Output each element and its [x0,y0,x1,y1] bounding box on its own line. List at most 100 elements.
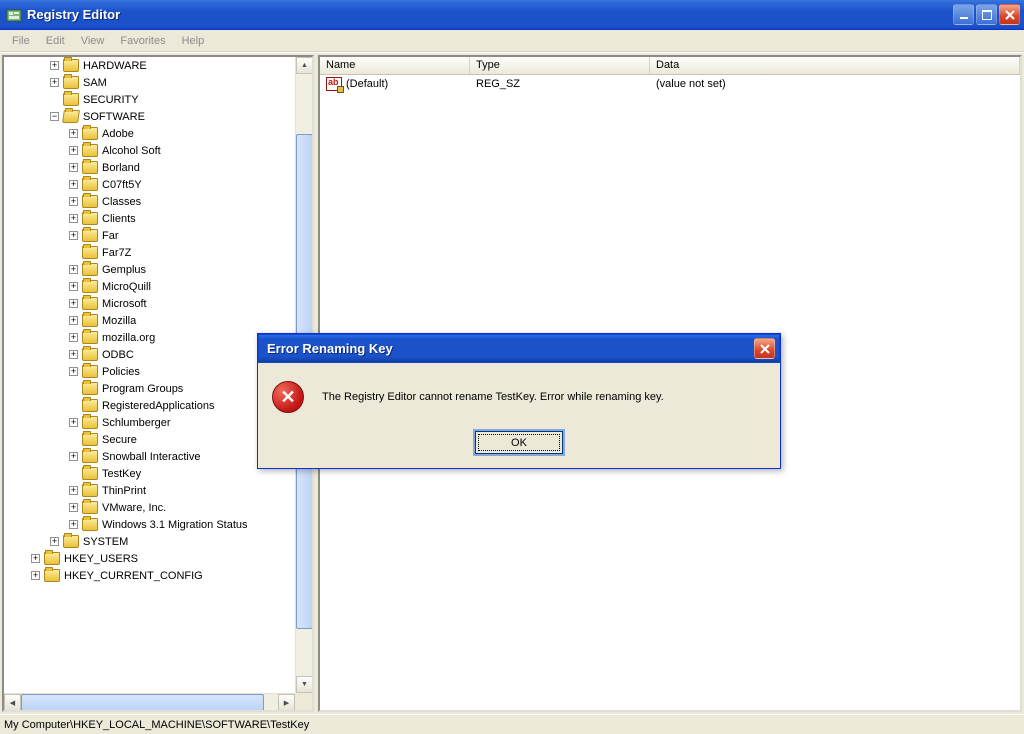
tree-item[interactable]: Program Groups [4,380,294,397]
maximize-button[interactable] [976,4,997,25]
tree-item[interactable]: +SAM [4,74,294,91]
tree-item[interactable]: +Adobe [4,125,294,142]
tree-item[interactable]: + HKEY_USERS [4,550,294,567]
menu-favorites[interactable]: Favorites [112,33,173,49]
minimize-button[interactable] [953,4,974,25]
folder-closed-icon [82,331,98,344]
expand-icon[interactable]: + [69,146,78,155]
folder-closed-icon [63,535,79,548]
scroll-down-button[interactable]: ▼ [296,676,312,693]
tree-item[interactable]: + HKEY_CURRENT_CONFIG [4,567,294,584]
tree-item[interactable]: +Clients [4,210,294,227]
tree-item[interactable]: +SYSTEM [4,533,294,550]
tree-item-label: Snowball Interactive [102,451,200,463]
tree-item[interactable]: +Schlumberger [4,414,294,431]
expand-icon[interactable]: + [69,231,78,240]
tree-item[interactable]: +MicroQuill [4,278,294,295]
scroll-up-button[interactable]: ▲ [296,57,312,74]
tree-item[interactable]: + Snowball Interactive [4,448,294,465]
tree-item[interactable]: RegisteredApplications [4,397,294,414]
menu-file[interactable]: File [4,33,38,49]
column-header-data[interactable]: Data [650,57,1020,74]
tree-item[interactable]: +ODBC [4,346,294,363]
tree-item-label: HKEY_CURRENT_CONFIG [64,570,203,582]
expand-icon[interactable]: + [69,214,78,223]
dialog-titlebar[interactable]: Error Renaming Key [258,334,780,363]
dialog-close-button[interactable] [754,338,775,359]
folder-closed-icon [82,365,98,378]
tree-item[interactable]: +ThinPrint [4,482,294,499]
expand-icon[interactable]: + [69,299,78,308]
folder-closed-icon [82,229,98,242]
expand-icon[interactable]: + [69,520,78,529]
expand-icon[interactable]: + [69,418,78,427]
expand-icon[interactable]: + [69,282,78,291]
menu-edit[interactable]: Edit [38,33,73,49]
scroll-right-button[interactable]: ▶ [278,694,295,710]
error-dialog: Error Renaming Key The Registry Editor c… [257,333,781,469]
expand-icon[interactable]: + [69,316,78,325]
tree-item[interactable]: Far7Z [4,244,294,261]
folder-closed-icon [82,399,98,412]
expand-icon[interactable]: + [50,61,59,70]
expand-icon[interactable]: + [69,486,78,495]
tree-item[interactable]: +Borland [4,159,294,176]
tree-item-label: Microsoft [102,298,147,310]
tree-item-label: RegisteredApplications [102,400,215,412]
expand-icon[interactable]: + [69,333,78,342]
tree-item[interactable]: + Alcohol Soft [4,142,294,159]
tree-item[interactable]: TestKey [4,465,294,482]
list-row[interactable]: (Default) REG_SZ (value not set) [320,75,1020,92]
tree-item[interactable]: +C07ft5Y [4,176,294,193]
folder-closed-icon [82,280,98,293]
expander-blank [50,95,59,104]
expand-icon[interactable]: + [69,350,78,359]
expand-icon[interactable]: + [69,180,78,189]
registry-tree[interactable]: +HARDWARE+SAMSECURITY−SOFTWARE+Adobe+Alc… [4,57,294,584]
tree-horizontal-scrollbar[interactable]: ◀ ▶ [4,693,295,710]
expand-icon[interactable]: + [69,129,78,138]
tree-item[interactable]: +Policies [4,363,294,380]
scroll-left-button[interactable]: ◀ [4,694,21,710]
column-header-type[interactable]: Type [470,57,650,74]
scroll-corner [295,693,312,710]
expander-blank [69,435,78,444]
expand-icon[interactable]: + [31,554,40,563]
column-header-name[interactable]: Name [320,57,470,74]
expand-icon[interactable]: + [69,265,78,274]
expand-icon[interactable]: + [50,537,59,546]
tree-item[interactable]: +VMware, Inc. [4,499,294,516]
folder-closed-icon [82,263,98,276]
menu-view[interactable]: View [73,33,113,49]
tree-item-label: Program Groups [102,383,183,395]
expand-icon[interactable]: + [69,367,78,376]
tree-item[interactable]: − SOFTWARE [4,108,294,125]
tree-item-label: Alcohol Soft [102,145,161,157]
tree-item[interactable]: +Windows 3.1 Migration Status [4,516,294,533]
ok-button[interactable]: OK [475,431,563,454]
tree-item[interactable]: + Far [4,227,294,244]
expand-icon[interactable]: + [69,197,78,206]
tree-item[interactable]: +Gemplus [4,261,294,278]
tree-item[interactable]: SECURITY [4,91,294,108]
expand-icon[interactable]: + [31,571,40,580]
expander-blank [69,401,78,410]
tree-item[interactable]: Secure [4,431,294,448]
tree-item-label: SOFTWARE [83,111,145,123]
expand-icon[interactable]: + [69,503,78,512]
expand-icon[interactable]: + [69,452,78,461]
tree-item-label: HKEY_USERS [64,553,138,565]
collapse-icon[interactable]: − [50,112,59,121]
close-button[interactable] [999,4,1020,25]
folder-closed-icon [82,467,98,480]
expand-icon[interactable]: + [50,78,59,87]
tree-item[interactable]: + Microsoft [4,295,294,312]
tree-item[interactable]: +Mozilla [4,312,294,329]
tree-item[interactable]: +HARDWARE [4,57,294,74]
tree-item-label: Far [102,230,119,242]
expand-icon[interactable]: + [69,163,78,172]
menu-help[interactable]: Help [174,33,213,49]
tree-item[interactable]: +mozilla.org [4,329,294,346]
tree-hscroll-thumb[interactable] [21,694,264,710]
tree-item[interactable]: +Classes [4,193,294,210]
